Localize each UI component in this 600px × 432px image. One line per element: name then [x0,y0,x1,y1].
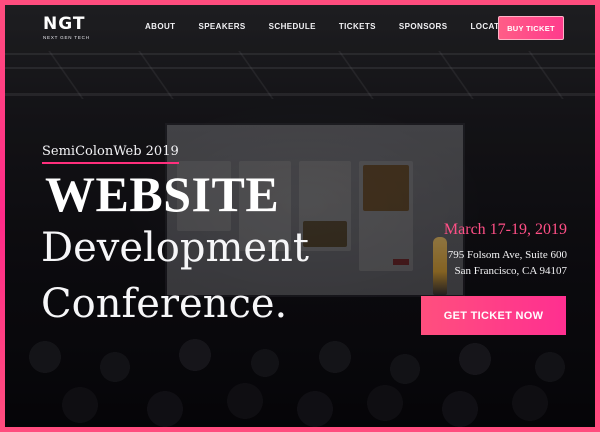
event-date: March 17-19, 2019 [443,221,567,238]
hero-title-line-1: WEBSITE [45,166,280,222]
nav-item-sponsors[interactable]: SPONSORS [399,22,448,31]
buy-ticket-button[interactable]: BUY TICKET [498,16,564,40]
hero-section: NGT NEXT GEN TECH ABOUT SPEAKERS SCHEDUL… [0,0,600,432]
top-nav: NGT NEXT GEN TECH ABOUT SPEAKERS SCHEDUL… [5,5,595,51]
logo-tagline: NEXT GEN TECH [43,35,90,40]
site-logo[interactable]: NGT NEXT GEN TECH [43,14,93,41]
address-line-2: San Francisco, CA 94107 [454,265,567,277]
nav-item-about[interactable]: ABOUT [145,22,175,31]
hero-title-line-2: Development [41,225,309,271]
nav-item-schedule[interactable]: SCHEDULE [269,22,316,31]
hero-title-line-3: Conference. [41,281,288,327]
nav-item-tickets[interactable]: TICKETS [339,22,376,31]
address-line-1: 795 Folsom Ave, Suite 600 [447,249,567,261]
get-ticket-button[interactable]: GET TICKET NOW [421,296,566,335]
logo-mark: NGT [43,14,86,34]
nav-menu: ABOUT SPEAKERS SCHEDULE TICKETS SPONSORS… [145,22,538,31]
nav-item-speakers[interactable]: SPEAKERS [198,22,245,31]
event-eyebrow: SemiColonWeb 2019 [42,144,179,164]
